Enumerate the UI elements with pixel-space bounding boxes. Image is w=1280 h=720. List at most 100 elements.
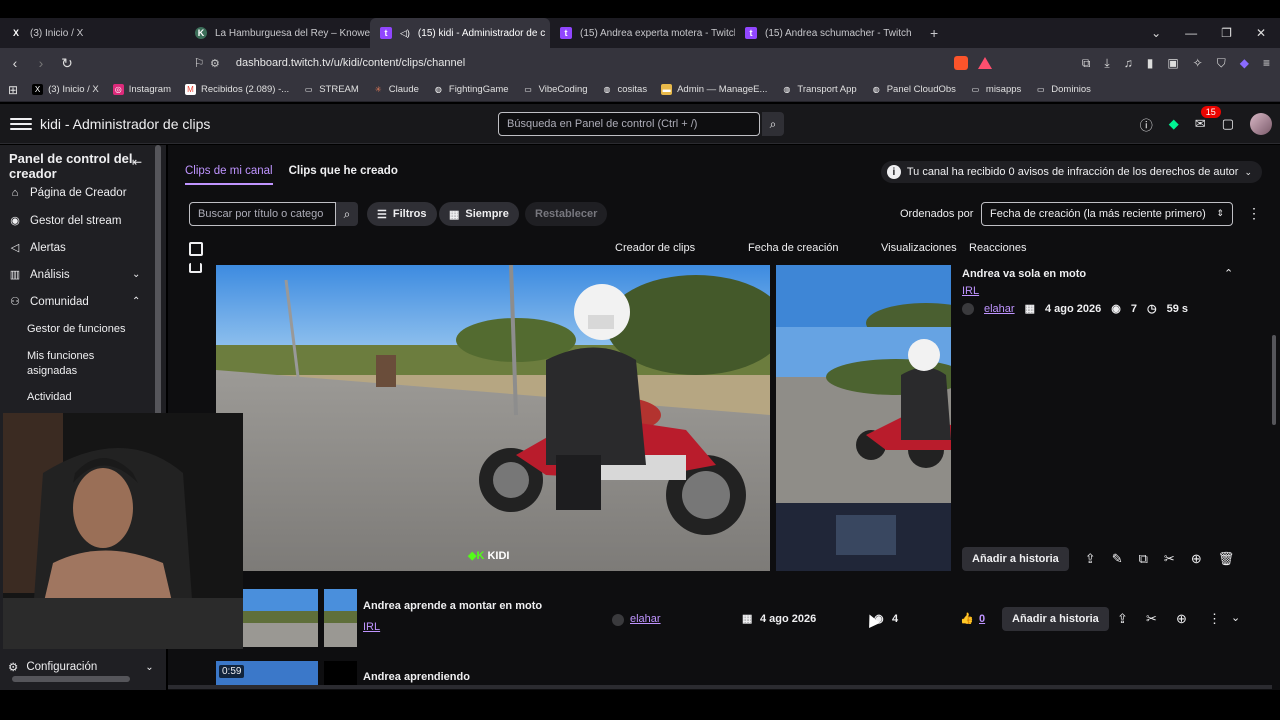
browser-tab[interactable]: X (3) Inicio / X <box>0 18 185 48</box>
search-icon[interactable]: ⌕ <box>336 202 358 226</box>
bookmark-folder[interactable]: ▭ VibeCoding <box>523 84 587 95</box>
add-to-story-button[interactable]: Añadir a historia <box>1002 607 1109 631</box>
hamburger-menu-icon[interactable] <box>10 113 32 135</box>
brave-rewards-icon[interactable] <box>978 57 992 69</box>
download-icon[interactable]: ⤓ <box>1104 56 1109 71</box>
leo-icon[interactable]: ✧ <box>1193 56 1203 70</box>
copyright-notice[interactable]: i Tu canal ha recibido 0 avisos de infra… <box>880 161 1262 183</box>
bookmark-item[interactable]: ◍ FightingGame <box>433 84 509 95</box>
main-horizontal-scrollbar[interactable] <box>168 685 1272 689</box>
browser-tab[interactable]: t (15) Andrea schumacher - Twitch <box>735 18 920 48</box>
column-views[interactable]: Visualizaciones <box>881 242 957 254</box>
dashboard-search-input[interactable]: Búsqueda en Panel de control (Ctrl + /) <box>498 112 760 136</box>
more-options-icon[interactable]: ⋮ <box>1247 205 1261 222</box>
more-options-icon[interactable]: ⋮ <box>1208 611 1221 627</box>
avatar[interactable] <box>1250 113 1272 135</box>
reload-icon[interactable]: ↻ <box>56 55 78 72</box>
brave-shield-icon[interactable] <box>954 56 968 70</box>
clip-title[interactable]: Andrea aprende a montar en moto <box>363 600 542 612</box>
share-icon[interactable]: ⇪ <box>1117 611 1128 627</box>
bookmark-folder[interactable]: ▭ Dominios <box>1035 84 1091 95</box>
clip-likes[interactable]: 0 <box>979 613 985 625</box>
bookmark-item[interactable]: ◎ Instagram <box>112 84 171 95</box>
scissors-icon[interactable]: ✂ <box>1146 611 1157 627</box>
scissors-icon[interactable]: ✂ <box>1164 551 1175 567</box>
sidebar-subitem-activity[interactable]: Actividad <box>27 390 137 405</box>
trash-icon[interactable]: 🗑 <box>1218 551 1235 567</box>
browser-tab[interactable]: K La Hamburguesa del Rey – Knoweats <box>185 18 370 48</box>
browser-tab[interactable]: t (15) Andrea experta motera - Twitch <box>550 18 735 48</box>
clip-category-link[interactable]: IRL <box>363 621 380 633</box>
row-checkbox[interactable] <box>189 263 202 273</box>
clip-creator-link[interactable]: elahar <box>630 613 661 625</box>
table-row[interactable]: 0:59 Andrea aprendiendo <box>168 661 1258 685</box>
sidebar-item-creator-page[interactable]: ⌂ Página de Creador <box>8 187 127 199</box>
bookmark-item[interactable]: ▬ Admin — ManageE... <box>661 84 767 95</box>
bookmark-item[interactable]: ✳ Claude <box>373 84 419 95</box>
add-circle-icon[interactable]: ⊕ <box>1191 551 1202 567</box>
close-window-icon[interactable]: ✕ <box>1256 26 1266 40</box>
filters-button[interactable]: ☰ Filtros <box>367 202 437 226</box>
clip-video-player[interactable]: ◆K KIDI <box>216 265 770 571</box>
restore-icon[interactable]: ❐ <box>1221 26 1232 40</box>
extensions-diamond-icon[interactable]: ◆ <box>1169 116 1179 132</box>
share-icon[interactable]: ⇪ <box>1085 551 1096 567</box>
back-icon[interactable]: ‹ <box>4 55 26 71</box>
bookmark-item[interactable]: ◍ Panel CloudObs <box>871 84 956 95</box>
collapse-sidebar-icon[interactable]: ⇤ <box>132 155 142 169</box>
clip-search-input[interactable]: Buscar por título o catego <box>189 202 336 226</box>
clip-creator-link[interactable]: elahar <box>984 303 1015 315</box>
sidebar-subitem-feature-manager[interactable]: Gestor de funciones <box>27 322 137 337</box>
whispers-icon[interactable]: ▢ <box>1222 116 1234 132</box>
date-range-button[interactable]: ▦ Siempre <box>439 202 519 226</box>
bookmark-item[interactable]: ◍ cositas <box>602 84 648 95</box>
sort-select[interactable]: Fecha de creación (la más reciente prime… <box>981 202 1233 226</box>
help-icon[interactable]: ⓘ <box>1140 115 1153 134</box>
vpn-icon[interactable]: ⛉ <box>1217 56 1226 71</box>
bookmark-item[interactable]: X (3) Inicio / X <box>32 84 99 95</box>
new-tab-button[interactable]: + <box>920 18 950 48</box>
open-external-icon[interactable]: ⧉ <box>1139 551 1148 567</box>
add-circle-icon[interactable]: ⊕ <box>1176 611 1187 627</box>
tab-clips-i-created[interactable]: Clips que he creado <box>289 165 398 185</box>
sidebar-item-community[interactable]: ⚇ Comunidad ⌃ <box>8 295 158 309</box>
site-settings-icon[interactable]: ⚙ <box>210 57 220 70</box>
clip-category-link[interactable]: IRL <box>962 285 979 297</box>
column-clip-creator[interactable]: Creador de clips <box>615 242 695 254</box>
thumbs-up-icon[interactable]: 👍 <box>960 612 974 625</box>
bookmark-folder[interactable]: ▭ STREAM <box>303 84 359 95</box>
profile-icon[interactable]: ◆ <box>1240 56 1249 70</box>
sidebar-item-stream-manager[interactable]: ◉ Gestor del stream <box>8 214 121 228</box>
bookmark-item[interactable]: M Recibidos (2.089) -... <box>185 84 289 95</box>
column-creation-date[interactable]: Fecha de creación <box>748 242 839 254</box>
bookmark-item[interactable]: ◍ Transport App <box>781 84 856 95</box>
bookmark-folder[interactable]: ▭ misapps <box>970 84 1022 95</box>
table-row[interactable]: Andrea aprende a montar en moto IRL elah… <box>168 589 1258 655</box>
forward-icon[interactable]: › <box>30 55 52 71</box>
tab-list-icon[interactable]: ⌄ <box>1151 26 1161 40</box>
menu-icon[interactable]: ≡ <box>1263 56 1270 70</box>
chevron-up-icon[interactable]: ⌃ <box>1224 267 1233 280</box>
wallet-icon[interactable]: ▣ <box>1167 56 1178 70</box>
notifications-icon[interactable]: ✉ 15 <box>1195 106 1221 132</box>
edit-pencil-icon[interactable]: ✎ <box>1112 551 1123 567</box>
minimize-icon[interactable]: — <box>1185 26 1197 40</box>
clip-preview-thumbnail[interactable] <box>776 265 951 571</box>
main-vertical-scrollbar[interactable] <box>1272 335 1276 425</box>
sidebar-item-settings[interactable]: ⚙ Configuración ⌄ <box>8 660 154 674</box>
sidebar-item-analytics[interactable]: ▥ Análisis ⌄ <box>8 268 158 282</box>
clip-title[interactable]: Andrea aprendiendo <box>363 671 470 683</box>
url-field[interactable]: dashboard.twitch.tv/u/kidi/content/clips… <box>236 57 465 69</box>
sidebar-horizontal-scrollbar[interactable] <box>12 676 130 682</box>
apps-grid-icon[interactable]: ⊞ <box>8 83 18 97</box>
sidebar-icon[interactable]: ▮ <box>1147 56 1154 70</box>
sidebar-subitem-assigned-features[interactable]: Mis funciones asignadas <box>27 349 137 379</box>
select-all-checkbox[interactable] <box>189 242 203 256</box>
clip-title[interactable]: Andrea va sola en moto <box>962 268 1086 280</box>
sidebar-item-alerts[interactable]: ◁ Alertas <box>8 241 66 255</box>
tab-my-channel-clips[interactable]: Clips de mi canal <box>185 165 273 185</box>
music-icon[interactable]: ♫ <box>1124 56 1133 70</box>
chevron-down-icon[interactable]: ⌄ <box>1231 611 1240 624</box>
add-to-story-button[interactable]: Añadir a historia <box>962 547 1069 571</box>
bookmark-icon[interactable]: ⚐ <box>188 56 210 70</box>
